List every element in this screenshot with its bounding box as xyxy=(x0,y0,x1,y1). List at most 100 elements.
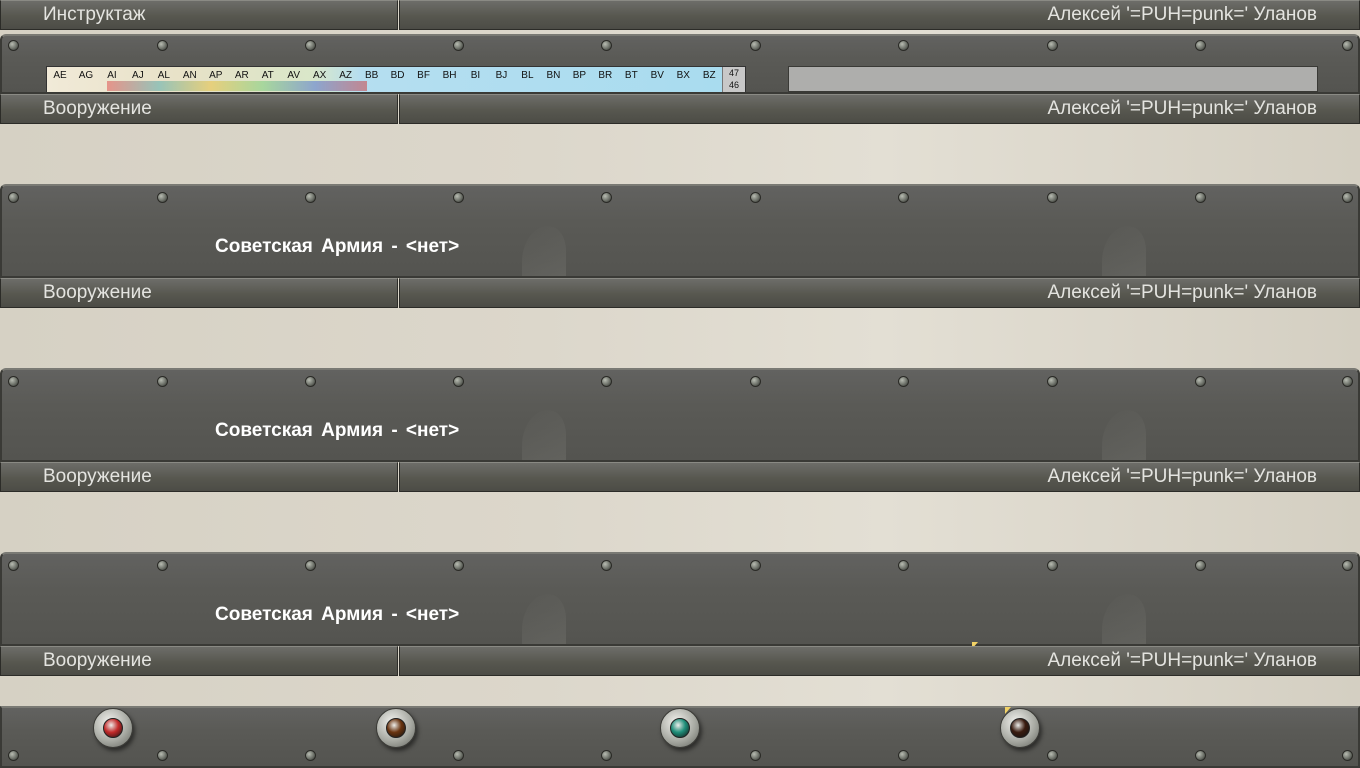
aircraft-silhouette xyxy=(522,410,566,460)
screw-icon xyxy=(8,192,19,203)
aircraft-silhouette xyxy=(522,594,566,644)
amber-lamp-button[interactable] xyxy=(376,708,416,748)
screw-icon xyxy=(1047,560,1058,571)
slot-panel-3: Советская Армия - <нет> xyxy=(0,368,1360,462)
player-name-bar: Алексей '=PUH=punk=' Уланов xyxy=(399,0,1360,30)
screw-icon xyxy=(453,192,464,203)
screw-icon xyxy=(8,750,19,761)
screw-icon xyxy=(305,750,316,761)
map-column-label: AJ xyxy=(132,70,144,81)
screw-icon xyxy=(1047,192,1058,203)
aircraft-silhouette xyxy=(1102,226,1146,276)
armament-button-4[interactable]: Вооружение xyxy=(0,646,398,676)
army-label: Советская Армия - <нет> xyxy=(215,604,460,625)
screw-icon xyxy=(305,376,316,387)
map-column-label: BL xyxy=(521,70,534,81)
map-column-label: BD xyxy=(390,70,405,81)
map-column-label: BV xyxy=(650,70,664,81)
mission-map[interactable]: AE AG AI AJ AL AN AP AR AT AV AX AZ BB BD BF BH BI BJ BL BN… xyxy=(46,66,746,92)
aircraft-silhouette xyxy=(1102,410,1146,460)
armament-label: Вооружение xyxy=(43,282,152,303)
green-lamp-button[interactable] xyxy=(660,708,700,748)
slot-panel-1: AE AG AI AJ AL AN AP AR AT AV AX AZ BB BD BF BH BI BJ BL BN… xyxy=(0,34,1360,94)
map-row-label: 47 xyxy=(728,68,739,78)
map-column-label: AI xyxy=(107,70,117,81)
pilot-name: Алексей '=PUH=punk=' Уланов xyxy=(1047,98,1317,119)
screw-icon xyxy=(750,192,761,203)
screw-icon xyxy=(157,376,168,387)
map-column-label: AZ xyxy=(339,70,353,81)
briefing-tab[interactable]: Инструктаж xyxy=(0,0,398,30)
pilot-bar-4[interactable]: Алексей '=PUH=punk=' Уланов xyxy=(399,646,1360,676)
armament-label: Вооружение xyxy=(43,650,152,671)
map-column-label: BJ xyxy=(495,70,508,81)
armament-label: Вооружение xyxy=(43,466,152,487)
map-column-label: AP xyxy=(209,70,223,81)
screw-icon xyxy=(1195,376,1206,387)
lamp-light-icon xyxy=(103,718,123,738)
screw-icon xyxy=(1342,376,1353,387)
screw-icon xyxy=(898,40,909,51)
armament-button-3[interactable]: Вооружение xyxy=(0,462,398,492)
screw-icon xyxy=(8,560,19,571)
screw-icon xyxy=(601,750,612,761)
briefing-label: Инструктаж xyxy=(43,4,146,25)
lamp-light-icon xyxy=(1010,718,1030,738)
pilot-bar-1[interactable]: Алексей '=PUH=punk=' Уланов xyxy=(399,94,1360,124)
armament-button-1[interactable]: Вооружение xyxy=(0,94,398,124)
screw-icon xyxy=(453,750,464,761)
screw-icon xyxy=(1195,750,1206,761)
screw-icon xyxy=(750,560,761,571)
armament-button-2[interactable]: Вооружение xyxy=(0,278,398,308)
pilot-name: Алексей '=PUH=punk=' Уланов xyxy=(1047,466,1317,487)
map-column-label: AV xyxy=(287,70,300,81)
map-column-label: BX xyxy=(676,70,690,81)
screw-icon xyxy=(750,40,761,51)
screw-icon xyxy=(750,750,761,761)
screw-icon xyxy=(750,376,761,387)
pilot-bar-3[interactable]: Алексей '=PUH=punk=' Уланов xyxy=(399,462,1360,492)
screw-icon xyxy=(1047,750,1058,761)
screw-icon xyxy=(305,560,316,571)
screw-icon xyxy=(453,560,464,571)
screw-icon xyxy=(157,192,168,203)
screw-icon xyxy=(305,192,316,203)
map-column-label: AN xyxy=(182,70,197,81)
map-grid-columns: AE AG AI AJ AL AN AP AR AT AV AX AZ BB BD BF BH BI BJ BL BN… xyxy=(47,69,722,83)
aircraft-silhouette xyxy=(1102,594,1146,644)
pilot-name: Алексей '=PUH=punk=' Уланов xyxy=(1047,650,1317,671)
screw-icon xyxy=(8,40,19,51)
screw-icon xyxy=(601,40,612,51)
aircraft-info-box xyxy=(788,66,1318,92)
screw-icon xyxy=(1047,376,1058,387)
map-column-label: BF xyxy=(417,70,430,81)
screw-icon xyxy=(453,376,464,387)
screw-icon xyxy=(1342,750,1353,761)
map-column-label: BZ xyxy=(702,70,716,81)
screw-icon xyxy=(453,40,464,51)
screw-icon xyxy=(601,560,612,571)
map-column-label: BR xyxy=(598,70,613,81)
red-lamp-button[interactable] xyxy=(93,708,133,748)
screw-icon xyxy=(8,376,19,387)
dark-lamp-button[interactable] xyxy=(1000,708,1040,748)
screw-icon xyxy=(1195,192,1206,203)
pilot-bar-2[interactable]: Алексей '=PUH=punk=' Уланов xyxy=(399,278,1360,308)
screw-icon xyxy=(157,40,168,51)
screw-icon xyxy=(305,40,316,51)
map-column-label: BN xyxy=(546,70,561,81)
cursor-icon xyxy=(1005,707,1011,714)
screw-icon xyxy=(1342,560,1353,571)
armament-label: Вооружение xyxy=(43,98,152,119)
map-column-label: AR xyxy=(234,70,249,81)
screw-icon xyxy=(898,192,909,203)
screw-icon xyxy=(601,376,612,387)
aircraft-silhouette xyxy=(522,226,566,276)
map-column-label: AG xyxy=(78,70,94,81)
map-column-label: AX xyxy=(313,70,327,81)
screw-icon xyxy=(1342,192,1353,203)
map-column-label: BI xyxy=(470,70,481,81)
map-column-label: BT xyxy=(624,70,638,81)
lamp-light-icon xyxy=(670,718,690,738)
slot-panel-4: Советская Армия - <нет> xyxy=(0,552,1360,646)
